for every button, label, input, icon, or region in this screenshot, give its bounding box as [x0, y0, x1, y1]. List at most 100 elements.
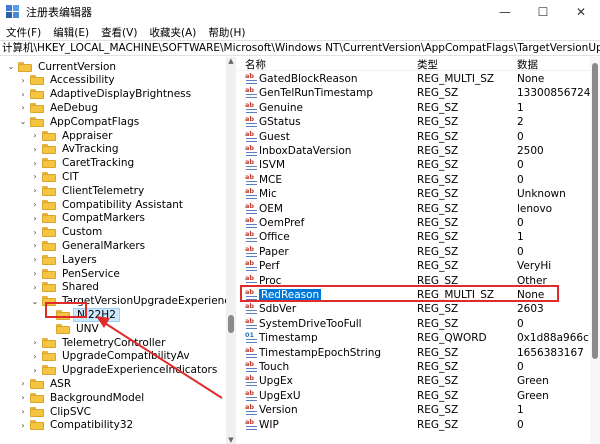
value-row[interactable]: ab UpgExU REG_SZ Green	[237, 389, 600, 403]
value-row[interactable]: ab GenTelRunTimestamp REG_SZ 133008567247	[237, 86, 600, 100]
column-header-type[interactable]: 类型	[417, 57, 438, 72]
value-row[interactable]: ab Touch REG_SZ 0	[237, 360, 600, 374]
expand-chevron-icon[interactable]: ›	[30, 172, 40, 181]
tree-item[interactable]: › Compatibility Assistant	[30, 197, 186, 212]
tree-item[interactable]: › ASR	[18, 376, 74, 391]
tree-item[interactable]: › BackgroundModel	[18, 390, 147, 405]
value-row[interactable]: ab SdbVer REG_SZ 2603	[237, 302, 600, 316]
tree-item[interactable]: ⌄ CurrentVersion	[6, 59, 119, 74]
collapse-chevron-icon[interactable]: ⌄	[18, 117, 28, 126]
expand-chevron-icon[interactable]: ›	[30, 145, 40, 154]
scroll-down-icon[interactable]: ▼	[226, 436, 236, 444]
column-header-name[interactable]: 名称	[245, 57, 266, 72]
value-row[interactable]: ab Office REG_SZ 1	[237, 230, 600, 244]
expand-chevron-icon[interactable]: ›	[18, 76, 28, 85]
expand-chevron-icon[interactable]: ›	[30, 352, 40, 361]
value-row[interactable]: ab Mic REG_SZ Unknown	[237, 187, 600, 201]
key-tree[interactable]: ⌄ CurrentVersion › Accessibility › AdaptiveDi…	[0, 57, 236, 444]
value-row[interactable]: ab GatedBlockReason REG_MULTI_SZ None	[237, 72, 600, 86]
value-name-text: GatedBlockReason	[259, 73, 358, 85]
value-row[interactable]: ab Version REG_SZ 1	[237, 403, 600, 417]
tree-item[interactable]: › PenService	[30, 266, 123, 281]
string-value-icon: ab	[245, 375, 257, 387]
tree-item[interactable]: › Custom	[30, 225, 105, 240]
tree-item[interactable]: › AeDebug	[18, 100, 101, 115]
expand-chevron-icon[interactable]: ›	[30, 214, 40, 223]
value-row[interactable]: ab MCE REG_SZ 0	[237, 173, 600, 187]
menu-file[interactable]: 文件(F)	[0, 25, 47, 40]
tree-item[interactable]: › Compatibility32	[18, 418, 136, 433]
value-row[interactable]: ab OemPref REG_SZ 0	[237, 216, 600, 230]
menu-edit[interactable]: 编辑(E)	[47, 25, 95, 40]
tree-item[interactable]: › CaretTracking	[30, 156, 137, 171]
minimize-button[interactable]: —	[486, 0, 524, 24]
expand-chevron-icon[interactable]: ›	[30, 338, 40, 347]
close-button[interactable]: ✕	[562, 0, 600, 24]
value-row[interactable]: ab UpgEx REG_SZ Green	[237, 374, 600, 388]
tree-item[interactable]: ⌄ AppCompatFlags	[18, 114, 142, 129]
value-name-text: Guest	[259, 130, 290, 143]
value-row[interactable]: ab TimestampEpochString REG_SZ 1656383167	[237, 346, 600, 360]
tree-item[interactable]: › GeneralMarkers	[30, 238, 148, 253]
tree-item[interactable]: › AvTracking	[30, 142, 122, 157]
column-header-data[interactable]: 数据	[517, 57, 538, 72]
value-name: UpgEx	[259, 374, 293, 388]
values-list[interactable]: 名称 类型 数据 ab GatedBlockReason REG_MULTI_SZ N…	[237, 57, 600, 444]
value-row[interactable]: ab WIP REG_SZ 0	[237, 418, 600, 432]
collapse-chevron-icon[interactable]: ⌄	[30, 297, 40, 306]
list-scroll-thumb[interactable]	[592, 63, 598, 359]
value-row[interactable]: ab Genuine REG_SZ 1	[237, 101, 600, 115]
tree-item[interactable]: › ClientTelemetry	[30, 183, 147, 198]
tree-item[interactable]: › ClipSVC	[18, 404, 94, 419]
expand-chevron-icon[interactable]: ›	[18, 379, 28, 388]
value-row[interactable]: ab Guest REG_SZ 0	[237, 130, 600, 144]
tree-item[interactable]: › Appraiser	[30, 128, 115, 143]
tree-item[interactable]: › Accessibility	[18, 73, 118, 88]
tree-item[interactable]: › UpgradeCompatibilityAv	[30, 349, 193, 364]
expand-chevron-icon[interactable]: ›	[30, 131, 40, 140]
value-row[interactable]: ab Perf REG_SZ VeryHi	[237, 259, 600, 273]
tree-item[interactable]: UNV	[44, 321, 102, 336]
tree-item[interactable]: › TelemetryController	[30, 335, 168, 350]
tree-item[interactable]: › CIT	[30, 169, 82, 184]
expand-chevron-icon[interactable]: ›	[18, 103, 28, 112]
tree-item[interactable]: › Shared	[30, 280, 102, 295]
tree-item[interactable]: › UpgradeExperienceIndicators	[30, 363, 220, 378]
tree-scroll-thumb[interactable]	[228, 315, 234, 333]
collapse-chevron-icon[interactable]: ⌄	[6, 62, 16, 71]
tree-item-label: AdaptiveDisplayBrightness	[50, 88, 192, 101]
expand-chevron-icon[interactable]: ›	[18, 393, 28, 402]
expand-chevron-icon[interactable]: ›	[30, 366, 40, 375]
value-row[interactable]: ab InboxDataVersion REG_SZ 2500	[237, 144, 600, 158]
expand-chevron-icon[interactable]: ›	[30, 269, 40, 278]
tree-scrollbar[interactable]: ▲ ▼	[226, 57, 236, 444]
value-row[interactable]: ab Paper REG_SZ 0	[237, 245, 600, 259]
maximize-button[interactable]: ☐	[524, 0, 562, 24]
menu-view[interactable]: 查看(V)	[95, 25, 143, 40]
expand-chevron-icon[interactable]: ›	[30, 186, 40, 195]
menu-help[interactable]: 帮助(H)	[202, 25, 251, 40]
scroll-up-icon[interactable]: ▲	[226, 57, 236, 65]
value-row[interactable]: 01 Timestamp REG_QWORD 0x1d88a966c7	[237, 331, 600, 345]
value-row[interactable]: ab OEM REG_SZ lenovo	[237, 202, 600, 216]
expand-chevron-icon[interactable]: ›	[30, 200, 40, 209]
value-row[interactable]: ab SystemDriveTooFull REG_SZ 0	[237, 317, 600, 331]
expand-chevron-icon[interactable]: ›	[30, 228, 40, 237]
value-row[interactable]: ab ISVM REG_SZ 0	[237, 158, 600, 172]
value-name: ISVM	[259, 158, 285, 172]
expand-chevron-icon[interactable]: ›	[18, 421, 28, 430]
value-row[interactable]: ab GStatus REG_SZ 2	[237, 115, 600, 129]
tree-item[interactable]: › Layers	[30, 252, 100, 267]
tree-item[interactable]: › AdaptiveDisplayBrightness	[18, 87, 194, 102]
address-bar[interactable]: 计算机\HKEY_LOCAL_MACHINE\SOFTWARE\Microsof…	[0, 40, 600, 56]
list-scrollbar[interactable]	[590, 57, 600, 444]
expand-chevron-icon[interactable]: ›	[18, 90, 28, 99]
expand-chevron-icon[interactable]: ›	[30, 255, 40, 264]
menu-favorites[interactable]: 收藏夹(A)	[143, 25, 202, 40]
expand-chevron-icon[interactable]: ›	[30, 283, 40, 292]
expand-chevron-icon[interactable]: ›	[30, 241, 40, 250]
tree-item[interactable]: › CompatMarkers	[30, 211, 148, 226]
value-name: Genuine	[259, 101, 303, 115]
expand-chevron-icon[interactable]: ›	[30, 159, 40, 168]
expand-chevron-icon[interactable]: ›	[18, 407, 28, 416]
